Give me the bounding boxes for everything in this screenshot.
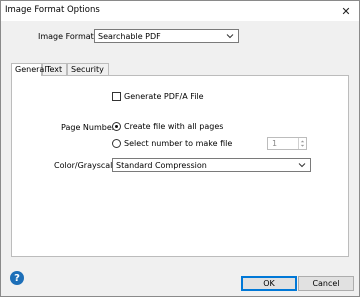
tab-general[interactable]: General [11, 63, 47, 76]
ok-button[interactable]: OK [241, 276, 297, 291]
image-format-select[interactable]: Searchable PDF [94, 29, 239, 43]
radio-create-all-pages[interactable] [112, 122, 121, 131]
chevron-down-icon [226, 34, 234, 39]
dialog-title: Image Format Options [5, 5, 100, 15]
spinner-arrows-icon[interactable] [298, 138, 306, 149]
radio-select-number-label: Select number to make file [124, 139, 233, 148]
page-count-value: 1 [272, 139, 278, 148]
color-grayscale-value: Standard Compression [116, 160, 207, 170]
page-count-spinner[interactable]: 1 [267, 137, 307, 150]
pdfa-checkbox[interactable] [112, 92, 121, 101]
help-icon[interactable]: ? [10, 271, 24, 285]
chevron-down-icon [298, 163, 306, 168]
cancel-button[interactable]: Cancel [298, 276, 354, 291]
radio-create-all-pages-label: Create file with all pages [124, 122, 224, 131]
title-bar: Image Format Options ✕ [1, 1, 359, 21]
pdfa-label: Generate PDF/A File [124, 92, 204, 101]
color-grayscale-select[interactable]: Standard Compression [112, 158, 311, 172]
close-icon[interactable]: ✕ [333, 1, 359, 21]
image-format-value: Searchable PDF [98, 31, 161, 41]
image-format-label: Image Format : [38, 32, 100, 41]
radio-select-number[interactable] [112, 139, 121, 148]
tab-security[interactable]: Security [67, 63, 109, 75]
image-format-options-dialog: Image Format Options ✕ Image Format : Se… [0, 0, 360, 297]
